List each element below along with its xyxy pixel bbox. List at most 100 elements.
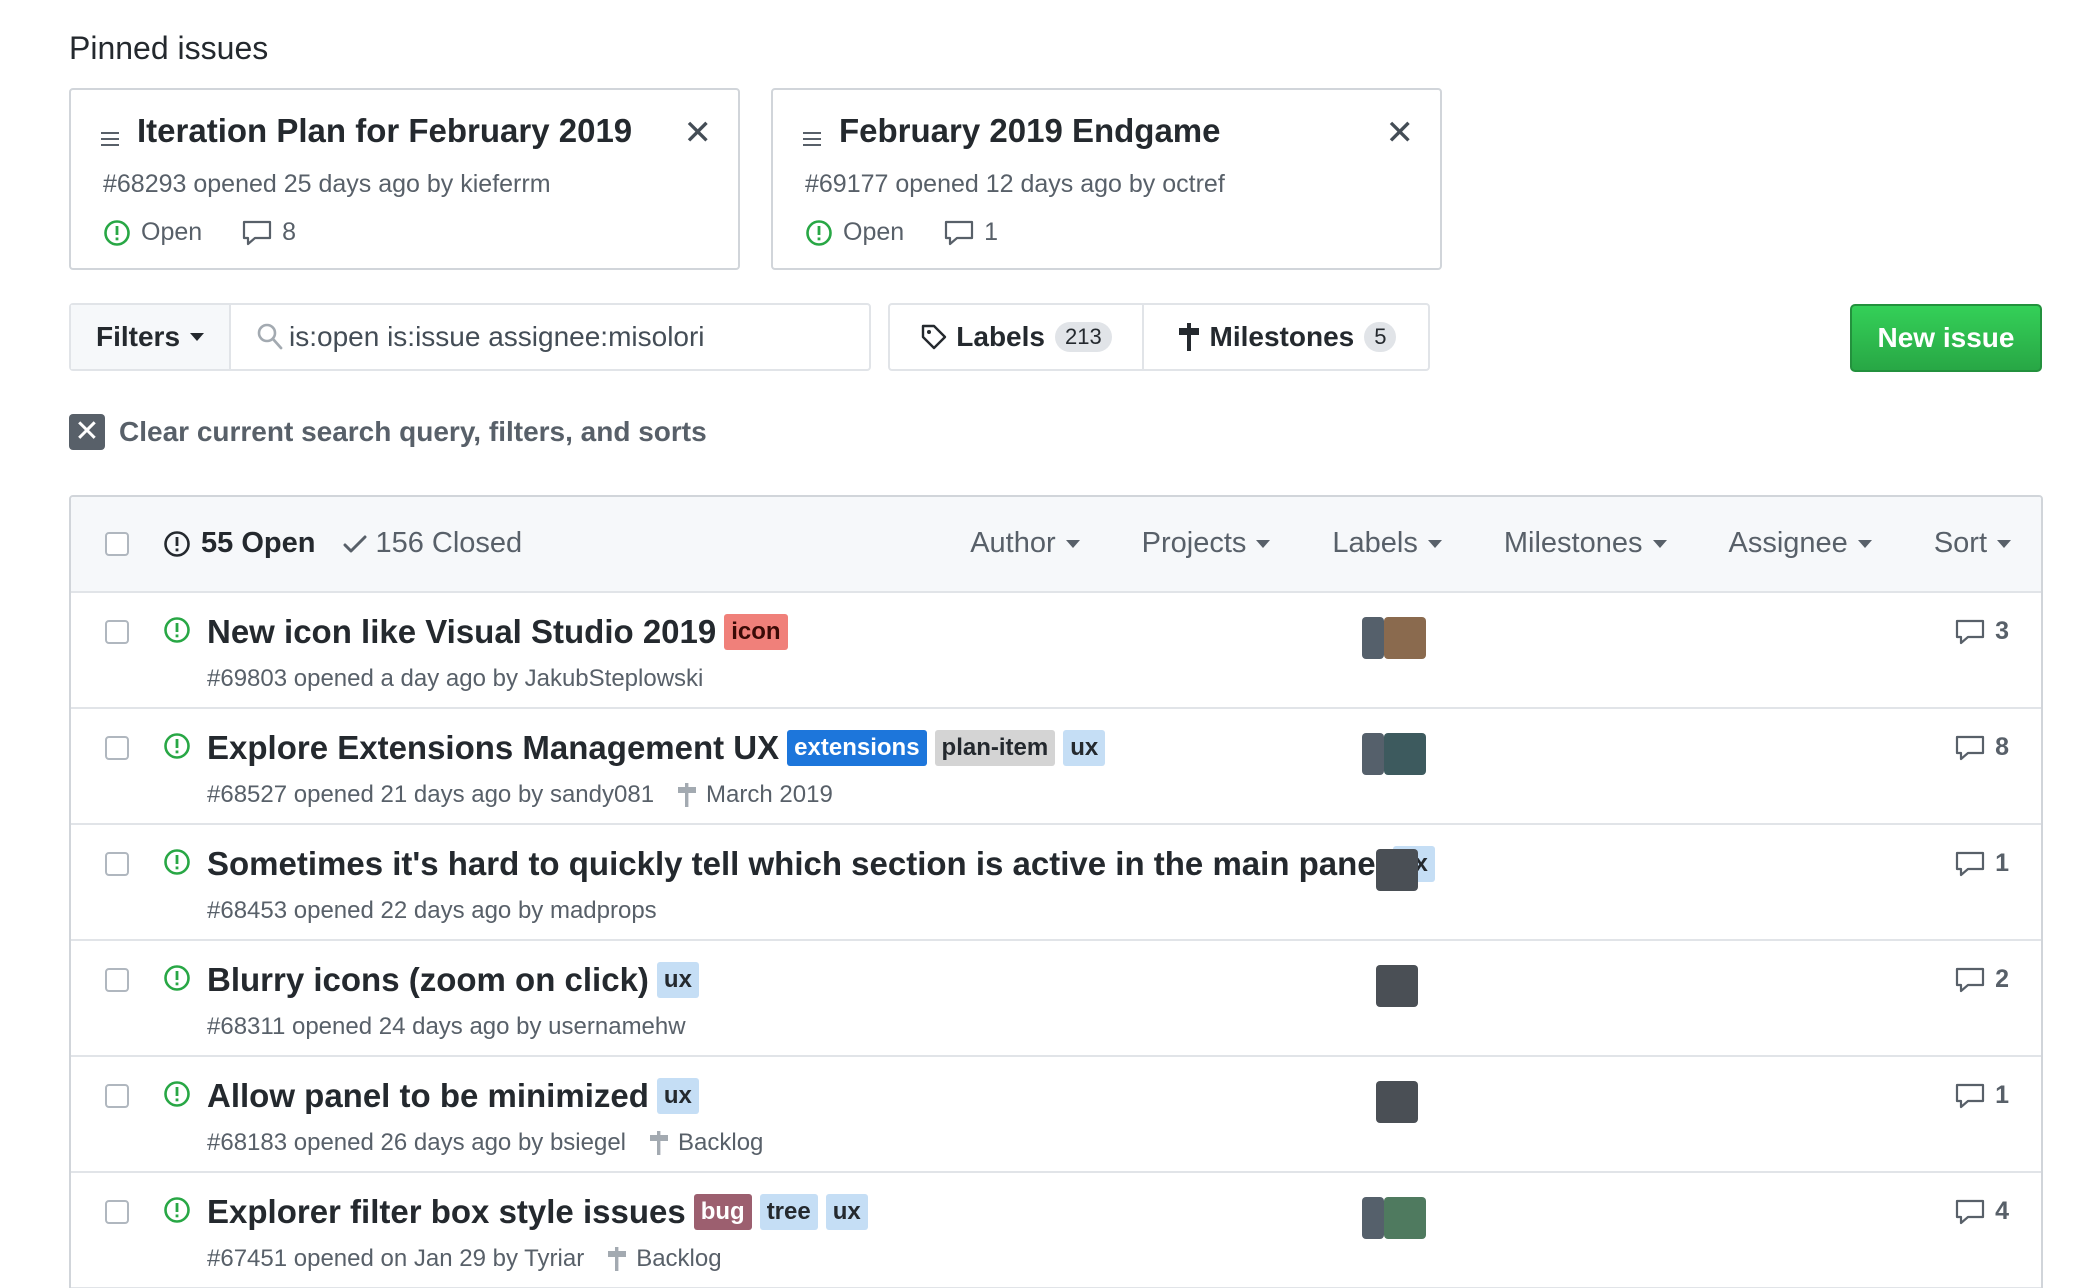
assignee-avatar[interactable] <box>1376 1081 1418 1123</box>
unpin-close-icon[interactable]: ✕ <box>684 116 713 150</box>
milestones-filter-dropdown[interactable]: Milestones <box>1504 527 1667 560</box>
labels-filter-dropdown[interactable]: Labels <box>1332 527 1442 560</box>
milestone-link[interactable]: Backlog <box>606 1245 722 1273</box>
projects-filter-dropdown[interactable]: Projects <box>1142 527 1271 560</box>
milestones-filter-label: Milestones <box>1503 527 1643 559</box>
milestones-count: 5 <box>1364 322 1397 352</box>
assignee-avatar[interactable] <box>1376 849 1418 891</box>
issue-checkbox[interactable] <box>105 620 129 644</box>
milestones-link[interactable]: Milestones 5 <box>1144 305 1428 369</box>
assignee-avatar[interactable] <box>1376 965 1418 1007</box>
issue-label-ux[interactable]: ux <box>656 962 699 998</box>
issue-title-link[interactable]: Sometimes it's hard to quickly tell whic… <box>207 845 1385 883</box>
comment-icon <box>1955 1083 1985 1108</box>
issue-open-icon <box>164 1197 190 1223</box>
issue-title-link[interactable]: New icon like Visual Studio 2019 <box>207 613 716 651</box>
open-issues-tab[interactable]: 55 Open <box>163 527 315 560</box>
closed-issues-tab[interactable]: 156 Closed <box>343 527 522 560</box>
drag-handle-icon[interactable] <box>803 132 821 146</box>
pinned-issue-comments[interactable]: 8 <box>242 218 296 247</box>
issue-label-ux[interactable]: ux <box>1063 730 1106 766</box>
pinned-issue-title[interactable]: Iteration Plan for February 2019 <box>137 112 632 150</box>
comment-icon <box>1955 851 1985 876</box>
milestone-icon <box>650 1131 669 1155</box>
issue-row[interactable]: Blurry icons (zoom on click) ux #68311 op… <box>71 941 2041 1057</box>
issue-label-bug[interactable]: bug <box>693 1194 752 1230</box>
issue-row[interactable]: Sometimes it's hard to quickly tell whic… <box>71 825 2041 941</box>
assignee-avatars <box>1362 1197 1426 1239</box>
issue-row[interactable]: New icon like Visual Studio 2019 icon #69… <box>71 593 2041 709</box>
milestone-label: March 2019 <box>706 781 833 808</box>
issue-row[interactable]: Explorer filter box style issues bug tree u… <box>71 1173 2041 1288</box>
milestone-icon <box>1178 323 1199 351</box>
issue-open-icon <box>104 219 130 246</box>
assignee-avatar[interactable] <box>1384 1197 1426 1239</box>
drag-handle-icon[interactable] <box>101 132 119 146</box>
labels-link[interactable]: Labels 213 <box>890 305 1144 369</box>
milestone-link[interactable]: March 2019 <box>676 781 833 809</box>
issue-comments-link[interactable]: 8 <box>1955 733 2009 762</box>
caret-down-icon <box>1652 540 1667 549</box>
issue-label-plan-item[interactable]: plan-item <box>934 730 1056 766</box>
assignee-avatar[interactable] <box>1362 1197 1384 1239</box>
comment-count: 8 <box>1995 733 2009 761</box>
pinned-issue-card[interactable]: Iteration Plan for February 2019 ✕ #6829… <box>69 88 740 270</box>
issue-comments-link[interactable]: 1 <box>1955 849 2009 878</box>
caret-down-icon <box>1065 540 1080 549</box>
pinned-issue-comments[interactable]: 1 <box>944 218 998 247</box>
clear-search-link[interactable]: ✕ Clear current search query, filters, a… <box>69 414 707 450</box>
issue-title-link[interactable]: Blurry icons (zoom on click) <box>207 961 649 999</box>
filters-dropdown-button[interactable]: Filters <box>71 305 231 369</box>
issue-row[interactable]: Allow panel to be minimized ux #68183 ope… <box>71 1057 2041 1173</box>
issue-label-tree[interactable]: tree <box>759 1194 818 1230</box>
issue-row[interactable]: Explore Extensions Management UX extensio… <box>71 709 2041 825</box>
issue-title-link[interactable]: Explore Extensions Management UX <box>207 729 779 767</box>
issue-label-icon[interactable]: icon <box>724 614 788 650</box>
author-filter-dropdown[interactable]: Author <box>970 527 1080 560</box>
labels-milestones-nav: Labels 213 Milestones 5 <box>888 303 1430 371</box>
assignee-avatar[interactable] <box>1362 733 1384 775</box>
issue-checkbox[interactable] <box>105 736 129 760</box>
issue-comments-link[interactable]: 2 <box>1955 965 2009 994</box>
assignee-avatar[interactable] <box>1384 617 1426 659</box>
issue-checkbox[interactable] <box>105 852 129 876</box>
new-issue-button[interactable]: New issue <box>1850 304 2042 372</box>
pinned-issue-status: Open 1 <box>805 218 998 247</box>
assignee-avatars <box>1362 733 1426 775</box>
pinned-issue-state: Open <box>141 218 203 246</box>
issue-checkbox[interactable] <box>105 1084 129 1108</box>
issue-label-ux[interactable]: ux <box>656 1078 699 1114</box>
comment-icon <box>945 220 974 245</box>
issue-search-input[interactable]: is:open is:issue assignee:misolori <box>289 321 705 353</box>
labels-filter-label: Labels <box>1332 527 1418 559</box>
issue-title-link[interactable]: Allow panel to be minimized <box>207 1077 649 1115</box>
issue-label-extensions[interactable]: extensions <box>787 730 927 766</box>
pinned-issue-title[interactable]: February 2019 Endgame <box>839 112 1221 150</box>
issue-comments-link[interactable]: 1 <box>1955 1081 2009 1110</box>
sort-dropdown[interactable]: Sort <box>1934 527 2011 560</box>
issue-label-ux[interactable]: ux <box>825 1194 868 1230</box>
issue-open-icon <box>164 965 190 991</box>
issue-checkbox[interactable] <box>105 1200 129 1224</box>
milestone-label: Backlog <box>678 1129 764 1156</box>
pinned-issue-card[interactable]: February 2019 Endgame ✕ #69177 opened 12… <box>771 88 1442 270</box>
comment-icon <box>243 220 272 245</box>
author-filter-label: Author <box>970 527 1056 559</box>
issue-comments-link[interactable]: 4 <box>1955 1197 2009 1226</box>
closed-count-label: 156 Closed <box>375 527 523 559</box>
assignee-filter-dropdown[interactable]: Assignee <box>1729 527 1872 560</box>
milestones-label: Milestones <box>1209 321 1355 352</box>
pinned-comment-count: 8 <box>282 218 297 246</box>
unpin-close-icon[interactable]: ✕ <box>1386 116 1415 150</box>
issue-checkbox[interactable] <box>105 968 129 992</box>
sort-label: Sort <box>1933 527 1987 559</box>
issue-comments-link[interactable]: 3 <box>1955 617 2009 646</box>
issues-list-header: 55 Open 156 Closed Author Projects Label… <box>71 497 2041 593</box>
select-all-checkbox[interactable] <box>105 532 129 556</box>
assignee-avatar[interactable] <box>1384 733 1426 775</box>
issue-title-link[interactable]: Explorer filter box style issues <box>207 1193 686 1231</box>
issue-opened-info: #68183 opened 26 days ago by bsiegel <box>207 1129 627 1156</box>
assignee-avatar[interactable] <box>1362 617 1384 659</box>
milestone-link[interactable]: Backlog <box>648 1129 763 1157</box>
check-icon <box>343 535 367 552</box>
